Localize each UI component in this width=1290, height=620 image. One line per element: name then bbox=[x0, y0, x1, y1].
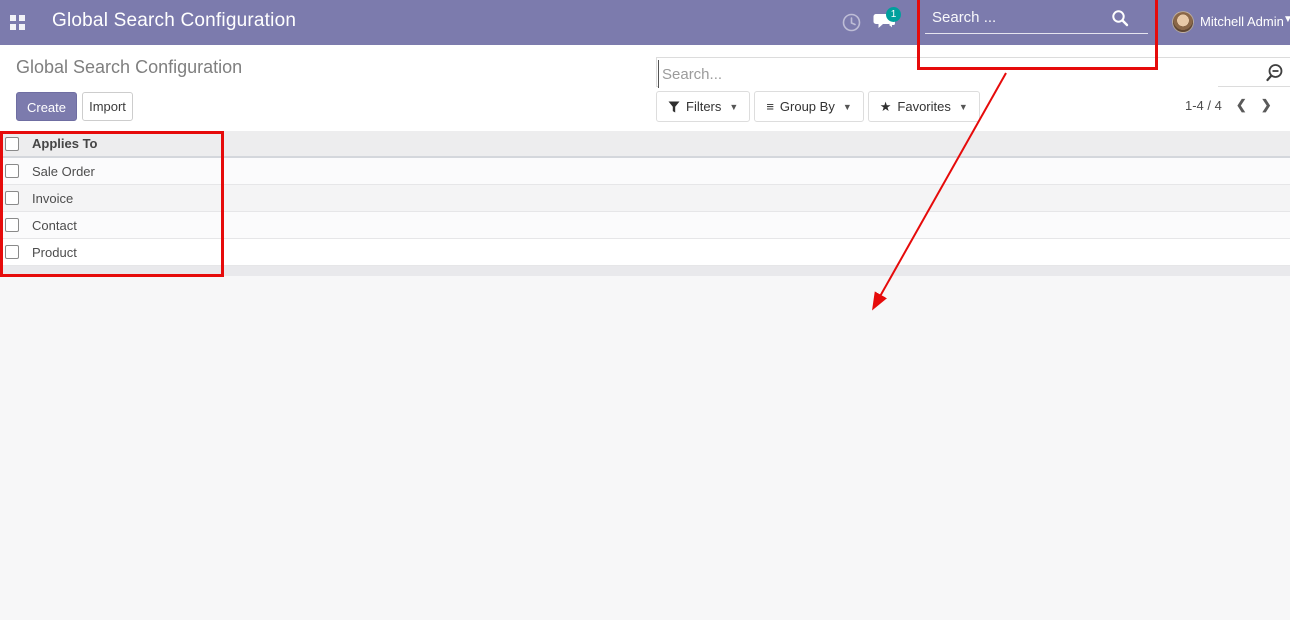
filters-label: Filters bbox=[686, 99, 721, 114]
list-search-input[interactable] bbox=[658, 60, 1218, 88]
user-menu-caret-icon[interactable]: ▼ bbox=[1283, 14, 1290, 25]
app-title: Global Search Configuration bbox=[52, 10, 296, 32]
apps-menu-icon[interactable] bbox=[10, 15, 25, 30]
filters-button[interactable]: Filters ▼ bbox=[656, 91, 750, 122]
row-label: Contact bbox=[32, 218, 77, 233]
breadcrumb-page-title: Global Search Configuration bbox=[16, 57, 242, 78]
pager-range: 1-4 / 4 bbox=[1185, 98, 1222, 113]
top-navbar: Global Search Configuration 1 Mitchell A… bbox=[0, 0, 1290, 45]
apps-square bbox=[19, 24, 25, 30]
apps-square bbox=[10, 15, 16, 21]
column-header-applies-to[interactable]: Applies To bbox=[32, 136, 97, 151]
table-row[interactable]: Contact bbox=[0, 212, 1290, 239]
create-button[interactable]: Create bbox=[16, 92, 77, 121]
user-avatar[interactable] bbox=[1172, 11, 1194, 33]
table-row[interactable]: Invoice bbox=[0, 185, 1290, 212]
search-options-bar: Filters ▼ ≡ Group By ▼ ★ Favorites ▼ bbox=[656, 91, 980, 122]
filter-funnel-icon bbox=[668, 101, 680, 113]
search-icon[interactable] bbox=[1111, 9, 1129, 27]
row-checkbox[interactable] bbox=[5, 218, 19, 232]
global-search-box bbox=[925, 5, 1151, 37]
table-row[interactable]: Sale Order bbox=[0, 158, 1290, 185]
apps-square bbox=[19, 15, 25, 21]
pager-previous-icon[interactable]: ❮ bbox=[1236, 97, 1247, 113]
list-footer-band bbox=[0, 266, 1290, 276]
control-panel: Global Search Configuration Create Impor… bbox=[0, 45, 1290, 131]
pager-next-icon[interactable]: ❯ bbox=[1261, 97, 1272, 113]
favorites-label: Favorites bbox=[897, 99, 950, 114]
row-label: Product bbox=[32, 245, 77, 260]
list-body: Sale Order Invoice Contact Product bbox=[0, 158, 1290, 266]
app-screen: Global Search Configuration 1 Mitchell A… bbox=[0, 0, 1290, 620]
row-checkbox[interactable] bbox=[5, 191, 19, 205]
favorites-button[interactable]: ★ Favorites ▼ bbox=[868, 91, 980, 122]
filters-caret-icon: ▼ bbox=[729, 102, 738, 112]
global-search-input[interactable] bbox=[925, 5, 1125, 29]
apps-square bbox=[10, 24, 16, 30]
group-by-button[interactable]: ≡ Group By ▼ bbox=[754, 91, 863, 122]
pager: 1-4 / 4 ❮ ❯ bbox=[1185, 97, 1272, 113]
row-label: Sale Order bbox=[32, 164, 95, 179]
favorites-star-icon: ★ bbox=[880, 99, 892, 115]
row-checkbox[interactable] bbox=[5, 245, 19, 259]
row-checkbox[interactable] bbox=[5, 164, 19, 178]
import-button[interactable]: Import bbox=[82, 92, 133, 121]
row-label: Invoice bbox=[32, 191, 73, 206]
activities-clock-icon[interactable] bbox=[842, 13, 861, 32]
messages-count-badge: 1 bbox=[886, 7, 901, 22]
user-menu[interactable]: Mitchell Admin bbox=[1200, 14, 1284, 29]
messages-menu[interactable]: 1 bbox=[873, 11, 907, 35]
group-by-bars-icon: ≡ bbox=[766, 102, 774, 112]
search-underline bbox=[925, 33, 1148, 34]
group-by-label: Group By bbox=[780, 99, 835, 114]
table-row[interactable]: Product bbox=[0, 239, 1290, 266]
select-all-checkbox[interactable] bbox=[5, 137, 19, 151]
favorites-caret-icon: ▼ bbox=[959, 102, 968, 112]
list-search-box bbox=[656, 57, 1290, 87]
list-header-row: Applies To bbox=[0, 131, 1290, 158]
toggle-search-options-icon[interactable] bbox=[1264, 63, 1284, 83]
group-by-caret-icon: ▼ bbox=[843, 102, 852, 112]
records-list: Applies To Sale Order Invoice Contact Pr… bbox=[0, 131, 1290, 276]
